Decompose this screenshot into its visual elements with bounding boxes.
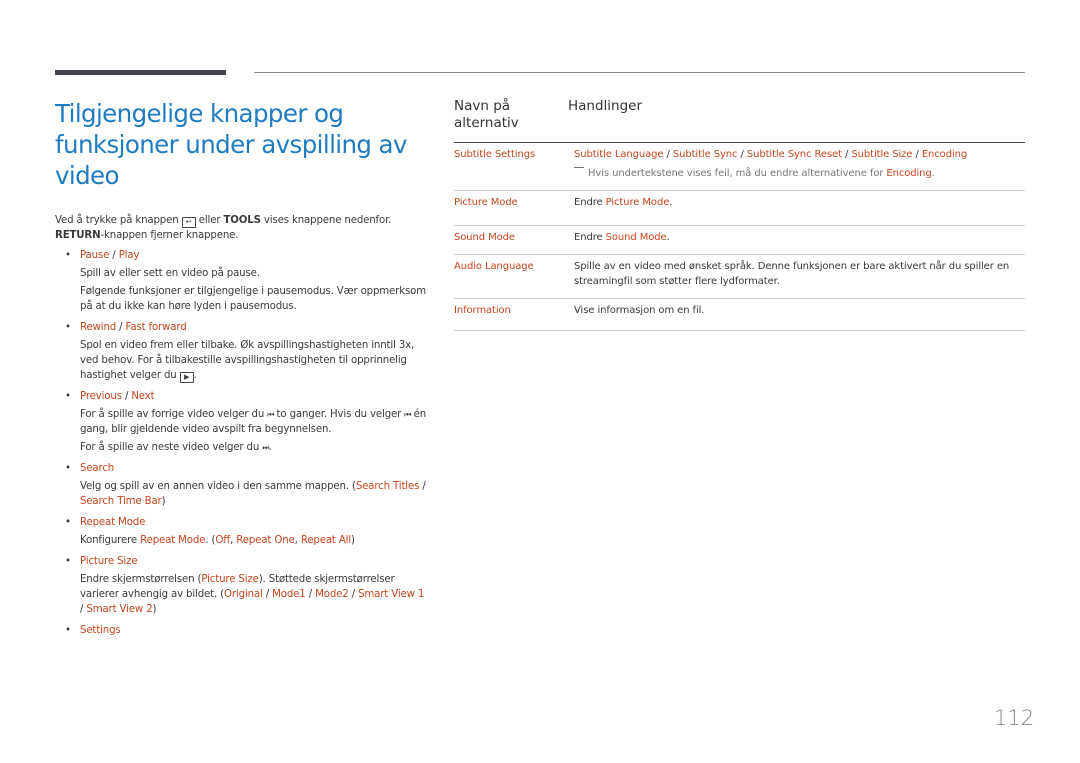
row-name[interactable]: Information xyxy=(454,303,574,318)
mode1-option[interactable]: Mode1 xyxy=(272,589,306,600)
search-time-bar-link[interactable]: Search Time Bar xyxy=(80,496,162,507)
picture-size-ref[interactable]: Picture Size xyxy=(201,574,259,585)
page-number: 112 xyxy=(994,706,1035,730)
list-item-repeat-mode: • Repeat Mode Konfigurere Repeat Mode. (… xyxy=(65,517,355,546)
bullet-icon: • xyxy=(65,250,71,261)
row-name[interactable]: Picture Mode xyxy=(454,195,574,210)
subtitle-language-option[interactable]: Subtitle Language xyxy=(574,149,664,160)
search-link[interactable]: Search xyxy=(80,463,114,474)
table-row: Information Vise informasjon om en fil. xyxy=(454,299,1025,331)
previous-link[interactable]: Previous xyxy=(80,391,122,402)
bullet-icon: • xyxy=(65,463,71,474)
options-table: Navn på alternativ Handlinger Subtitle S… xyxy=(454,98,1025,331)
row-name[interactable]: Subtitle Settings xyxy=(454,147,574,181)
list-item-settings: • Settings xyxy=(55,623,430,638)
bullet-icon: • xyxy=(65,322,71,333)
header-actions: Handlinger xyxy=(568,98,643,114)
tools-button-icon: ↩ xyxy=(181,217,196,228)
header-option-name: Navn på alternativ xyxy=(454,98,519,131)
intro-text: Ved å trykke på knappen ↩ eller TOOLS vi… xyxy=(55,215,392,241)
next-link[interactable]: Next xyxy=(131,391,154,402)
list-item-rewind-ff: • Rewind / Fast forward Spol en video fr… xyxy=(65,322,415,383)
picture-size-link[interactable]: Picture Size xyxy=(80,556,138,567)
play-link[interactable]: Play xyxy=(119,250,140,261)
repeat-one-option[interactable]: Repeat One xyxy=(236,535,294,546)
row-name[interactable]: Audio Language xyxy=(454,259,574,289)
pause-link[interactable]: Pause xyxy=(80,250,109,261)
repeat-mode-ref[interactable]: Repeat Mode xyxy=(140,535,205,546)
table-row: Subtitle Settings Subtitle Language / Su… xyxy=(454,143,1025,191)
left-column: Ved å trykke på knappen ↩ eller TOOLS vi… xyxy=(55,213,430,644)
repeat-mode-link[interactable]: Repeat Mode xyxy=(80,517,145,528)
bullet-icon: • xyxy=(65,391,71,402)
table-header: Navn på alternativ Handlinger xyxy=(454,98,1025,143)
page-title: Tilgjengelige knapper og funksjoner unde… xyxy=(55,99,407,190)
fast-forward-link[interactable]: Fast forward xyxy=(126,322,187,333)
list-item-picture-size: • Picture Size Endre skjermstørrelsen (P… xyxy=(65,556,425,615)
header-rule xyxy=(254,72,1025,73)
smart-view-2-option[interactable]: Smart View 2 xyxy=(86,604,152,615)
encoding-link[interactable]: Encoding xyxy=(886,168,931,179)
smart-view-1-option[interactable]: Smart View 1 xyxy=(358,589,424,600)
play-icon: ▶ xyxy=(179,372,194,383)
mode2-option[interactable]: Mode2 xyxy=(315,589,349,600)
bullet-icon: • xyxy=(65,517,71,528)
subtitle-sync-option[interactable]: Subtitle Sync xyxy=(673,149,738,160)
settings-link[interactable]: Settings xyxy=(80,625,121,636)
note-text: Hvis undertekstene vises feil, må du end… xyxy=(574,166,1025,181)
table-row: Sound Mode Endre Sound Mode. xyxy=(454,226,1025,255)
repeat-all-option[interactable]: Repeat All xyxy=(301,535,351,546)
search-titles-link[interactable]: Search Titles xyxy=(356,481,420,492)
list-item-pause-play: • Pause / Play Spill av eller sett en vi… xyxy=(65,250,426,312)
rewind-link[interactable]: Rewind xyxy=(80,322,116,333)
list-item-search: • Search Velg og spill av en annen video… xyxy=(65,463,426,507)
subtitle-sync-reset-option[interactable]: Subtitle Sync Reset xyxy=(747,149,842,160)
sound-mode-link[interactable]: Sound Mode xyxy=(606,232,667,243)
bullet-icon: • xyxy=(65,556,71,567)
list-item-previous-next: • Previous / Next For å spille av forrig… xyxy=(65,391,426,453)
encoding-option[interactable]: Encoding xyxy=(922,149,967,160)
table-row: Picture Mode Endre Picture Mode. xyxy=(454,191,1025,226)
note-dash-icon xyxy=(574,167,584,168)
off-option[interactable]: Off xyxy=(215,535,230,546)
bullet-icon: • xyxy=(65,625,71,636)
original-option[interactable]: Original xyxy=(224,589,263,600)
table-row: Audio Language Spille av en video med øn… xyxy=(454,255,1025,299)
picture-mode-link[interactable]: Picture Mode xyxy=(606,197,670,208)
subtitle-size-option[interactable]: Subtitle Size xyxy=(851,149,912,160)
header-accent-bar xyxy=(55,70,226,75)
row-name[interactable]: Sound Mode xyxy=(454,230,574,245)
